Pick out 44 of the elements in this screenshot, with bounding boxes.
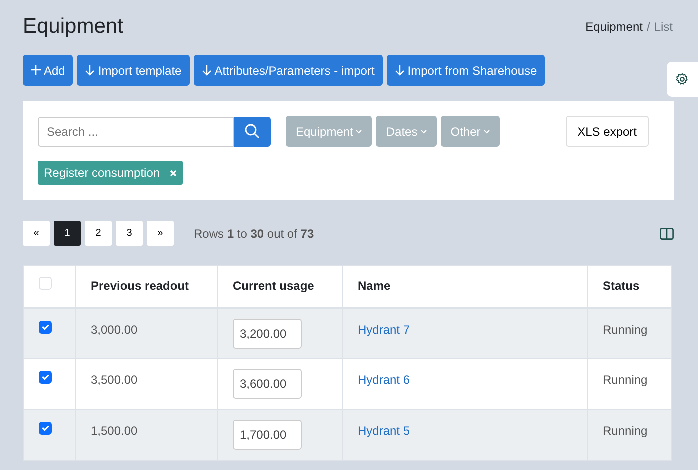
row-checkbox[interactable] [39,422,52,436]
usage-input-field[interactable]: 3,200.00 [233,318,302,349]
equipment-link[interactable]: Hydrant 5 [358,424,410,438]
page-title: Equipment [23,14,124,40]
export-button[interactable]: XLS export [566,116,649,148]
select-all-checkbox[interactable] [39,277,52,290]
down-arrow-icon [85,65,96,76]
filter-chip-label: Register consumption [44,165,160,182]
search-field[interactable]: Search ... [38,116,234,147]
table-cell: 1,500.00 [76,410,218,461]
plus-icon [31,65,41,76]
down-arrow-icon [202,65,212,76]
row-checkbox[interactable] [39,320,52,334]
table-cell: Running [588,308,672,359]
settings-tab[interactable] [667,62,698,97]
action-button[interactable]: Import template [77,55,190,86]
table-cell: 3,000.00 [76,308,218,359]
caret-icon [356,130,362,134]
row-checkbox[interactable] [39,371,52,384]
page-button[interactable]: 1 [54,221,81,246]
caret-icon [420,130,427,134]
settings-icon [676,73,689,86]
page-button[interactable]: » [147,221,174,246]
equipment-link[interactable]: Hydrant 7 [358,322,410,337]
breadcrumb-item[interactable]: Equipment [586,18,643,36]
caret-icon [484,130,490,134]
usage-input-field[interactable]: 1,700.00 [233,420,302,450]
close-icon[interactable] [170,170,178,177]
action-button[interactable]: Import from Sharehouse [386,55,546,86]
table-cell: Running [588,410,672,461]
page-button[interactable]: 2 [85,221,112,246]
rows-info: Rows 1 to 30 out of 73 [194,226,314,243]
action-button[interactable]: Attributes/Parameters - import [194,55,383,86]
page-button[interactable]: 3 [116,221,143,246]
down-arrow-icon [394,65,405,76]
usage-input-field[interactable]: 3,600.00 [233,369,302,400]
breadcrumb-item: List [654,18,673,36]
page-button[interactable]: « [23,221,50,246]
search-icon [245,124,260,140]
equipment-link[interactable]: Hydrant 6 [358,373,410,388]
breadcrumb-separator: / [646,18,650,36]
columns-icon[interactable] [660,228,674,240]
action-button[interactable]: Add [23,55,74,86]
search-button[interactable] [234,116,271,147]
